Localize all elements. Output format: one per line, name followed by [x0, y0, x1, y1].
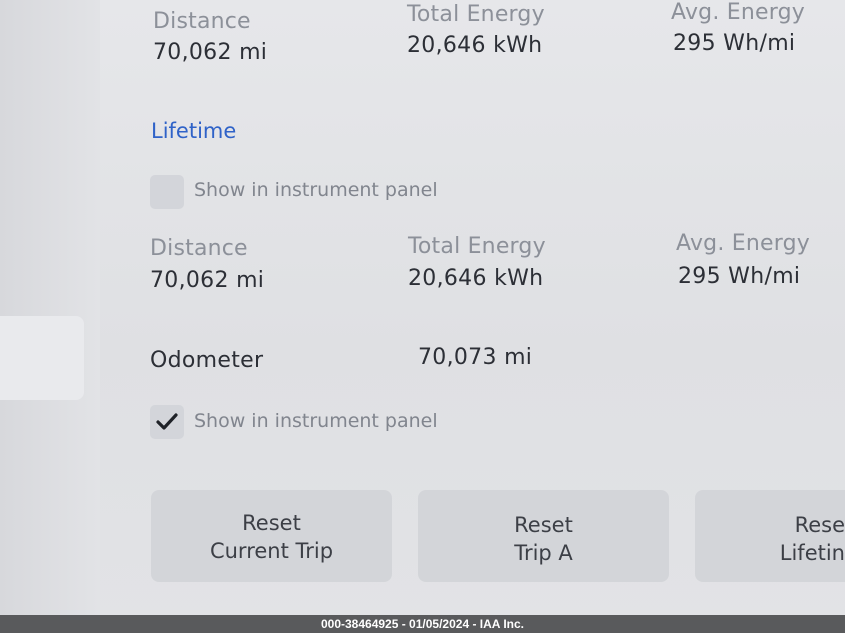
button-line1: Reset [242, 511, 301, 535]
side-tab[interactable] [0, 316, 84, 400]
trip-settings-screen: Distance 70,062 mi Total Energy 20,646 k… [0, 0, 845, 633]
trip-energy-value: 20,646 kWh [407, 33, 543, 58]
odometer-show-panel-label[interactable]: Show in instrument panel [194, 410, 438, 432]
lifetime-energy-value: 20,646 kWh [408, 266, 544, 291]
left-panel [0, 0, 100, 615]
button-line2: Trip A [514, 541, 573, 565]
reset-current-trip-button[interactable]: Reset Current Trip [151, 490, 392, 582]
button-line2: Current Trip [209, 539, 334, 563]
odometer-value: 70,073 mi [418, 345, 533, 370]
lifetime-distance-label: Distance [150, 236, 248, 261]
checkmark-icon [156, 413, 178, 430]
lifetime-show-panel-checkbox[interactable] [150, 175, 184, 209]
lifetime-title: Lifetime [151, 119, 237, 143]
trip-avg-energy-value: 295 Wh/mi [673, 31, 796, 56]
trip-energy-label: Total Energy [407, 2, 545, 27]
button-line1: Rese [794, 513, 845, 537]
trip-avg-energy-label: Avg. Energy [671, 0, 805, 25]
trip-distance-label: Distance [153, 9, 251, 34]
button-line1: Reset [514, 513, 573, 537]
lifetime-show-panel-label[interactable]: Show in instrument panel [194, 179, 438, 201]
lifetime-avg-energy-value: 295 Wh/mi [678, 264, 801, 289]
reset-trip-a-button[interactable]: Reset Trip A [418, 490, 669, 582]
trip-distance-value: 70,062 mi [153, 40, 268, 65]
button-line2: Lifetin [779, 541, 845, 565]
lifetime-energy-label: Total Energy [408, 234, 546, 259]
lifetime-distance-value: 70,062 mi [150, 268, 265, 293]
watermark-footer: 000-38464925 - 01/05/2024 - IAA Inc. [0, 615, 845, 633]
odometer-label: Odometer [150, 348, 264, 373]
lifetime-avg-energy-label: Avg. Energy [676, 231, 810, 256]
reset-lifetime-button[interactable]: Rese Lifetin [695, 490, 845, 582]
odometer-show-panel-checkbox[interactable] [150, 405, 184, 439]
